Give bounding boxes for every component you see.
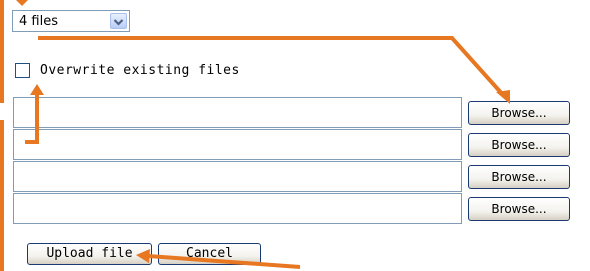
annotation-arrows (16, 0, 510, 269)
arrowhead-checkbox (30, 84, 44, 95)
arrowhead-top (16, 0, 28, 6)
arrow-to-checkbox (25, 95, 39, 144)
arrowhead-upload (136, 249, 150, 263)
arrow-select-to-browse (38, 36, 506, 98)
arrowhead-browse (496, 90, 510, 104)
arrow-to-upload (147, 254, 301, 269)
